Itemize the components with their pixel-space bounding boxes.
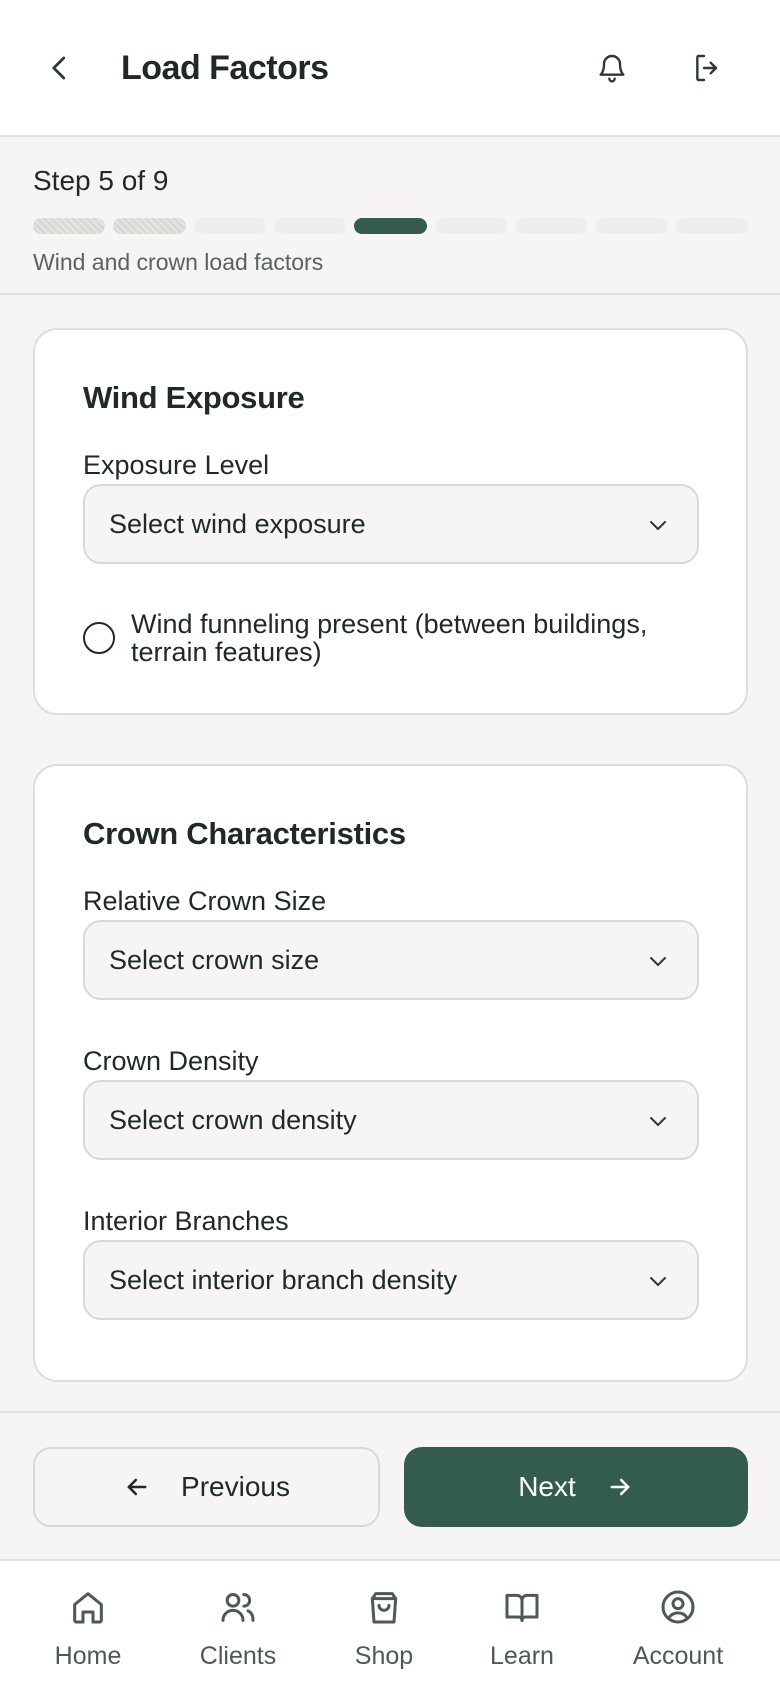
step-progress-section: Step 5 of 9 Wind and crown load factors (0, 137, 780, 295)
shopping-bag-icon (362, 1585, 406, 1629)
crown-density-select[interactable]: Select crown density (83, 1080, 699, 1160)
crown-size-select[interactable]: Select crown size (83, 920, 699, 1000)
progress-segment-current (354, 218, 427, 234)
crown-characteristics-card: Crown Characteristics Relative Crown Siz… (33, 764, 748, 1382)
wind-exposure-card: Wind Exposure Exposure Level Select wind… (33, 328, 748, 715)
progress-segment (675, 218, 748, 234)
app-header: Load Factors (0, 0, 780, 137)
chevron-left-icon (52, 56, 66, 80)
wizard-actions: Previous Next (0, 1411, 780, 1559)
interior-branches-select[interactable]: Select interior branch density (83, 1240, 699, 1320)
wind-funneling-label[interactable]: Wind funneling present (between building… (131, 610, 721, 666)
arrow-left-icon (127, 1478, 147, 1496)
interior-branches-value: Select interior branch density (109, 1265, 458, 1295)
progress-segment (514, 218, 588, 234)
tab-shop-label: Shop (354, 1642, 414, 1670)
tab-shop[interactable]: Shop (309, 1585, 459, 1671)
book-open-icon (500, 1585, 544, 1629)
step-progress-bar (33, 218, 748, 234)
notifications-button[interactable] (588, 44, 636, 92)
tab-clients-label: Clients (199, 1642, 277, 1670)
home-icon (66, 1585, 110, 1629)
users-icon (216, 1585, 260, 1629)
arrow-right-icon (610, 1478, 630, 1496)
progress-segment (33, 218, 106, 234)
wind-exposure-title: Wind Exposure (83, 380, 305, 415)
wind-funneling-checkbox[interactable] (83, 622, 115, 654)
crown-density-value: Select crown density (109, 1105, 357, 1135)
tab-account[interactable]: Account (603, 1585, 753, 1671)
bell-icon (599, 54, 625, 83)
interior-branches-label: Interior Branches (83, 1206, 289, 1236)
back-button[interactable] (40, 44, 80, 92)
next-button[interactable]: Next (404, 1447, 748, 1527)
progress-segment (193, 218, 266, 234)
tab-learn-label: Learn (490, 1642, 554, 1670)
step-subtitle: Wind and crown load factors (33, 249, 324, 275)
step-counter: Step 5 of 9 (33, 165, 169, 196)
logout-button[interactable] (684, 44, 732, 92)
tab-learn[interactable]: Learn (447, 1585, 597, 1671)
exposure-level-select[interactable]: Select wind exposure (83, 484, 699, 564)
crown-size-value: Select crown size (109, 945, 320, 975)
progress-segment (113, 218, 186, 234)
previous-button-label: Previous (181, 1471, 290, 1502)
crown-characteristics-title: Crown Characteristics (83, 816, 406, 851)
previous-button[interactable]: Previous (33, 1447, 380, 1527)
crown-size-label: Relative Crown Size (83, 886, 327, 916)
tab-clients[interactable]: Clients (163, 1585, 313, 1671)
crown-density-label: Crown Density (83, 1046, 259, 1076)
chevron-down-icon (645, 512, 671, 538)
user-circle-icon (656, 1585, 700, 1629)
chevron-down-icon (645, 948, 671, 974)
progress-segment (273, 218, 347, 234)
chevron-down-icon (645, 1108, 671, 1134)
tab-home[interactable]: Home (13, 1585, 163, 1671)
exposure-level-value: Select wind exposure (109, 509, 366, 539)
progress-segment (434, 218, 507, 234)
chevron-down-icon (645, 1268, 671, 1294)
bottom-tab-bar: Home Clients Shop Learn Account (0, 1559, 780, 1688)
page-title: Load Factors (121, 49, 329, 87)
progress-segment (595, 218, 668, 234)
next-button-label: Next (518, 1471, 576, 1502)
tab-home-label: Home (54, 1642, 122, 1670)
tab-account-label: Account (632, 1642, 724, 1670)
logout-icon (696, 54, 718, 82)
exposure-level-label: Exposure Level (83, 450, 270, 480)
